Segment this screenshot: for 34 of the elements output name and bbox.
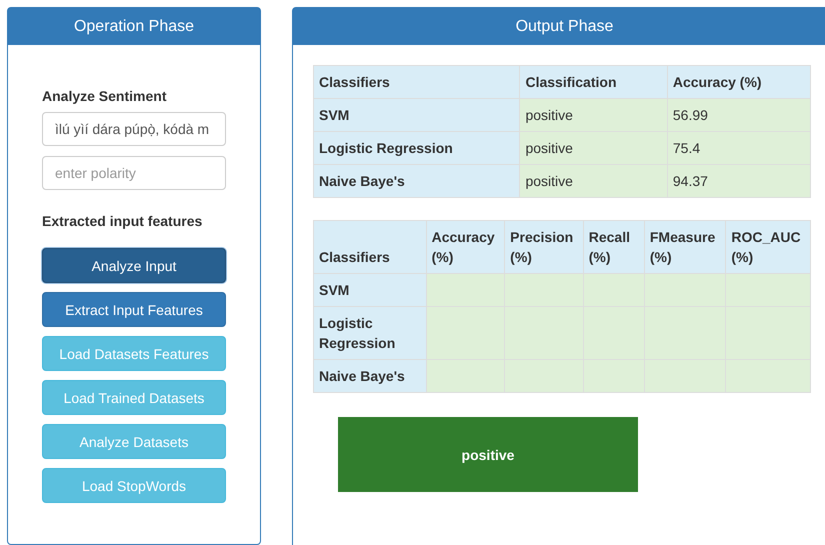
column-header: Accuracy (%) — [426, 220, 505, 274]
table-cell: 56.99 — [667, 98, 810, 132]
polarity-input-field[interactable]: enter polarity — [42, 156, 226, 190]
panel-header: Output Phase — [293, 8, 825, 45]
row-header: SVM — [314, 98, 520, 132]
table-cell: positive — [520, 164, 668, 198]
table-cell: 94.37 — [667, 164, 810, 198]
text-input-field[interactable]: ìlú yìí dára púpọ̀, kódà m — [42, 112, 226, 146]
row-header: Logistic Regression — [314, 132, 520, 164]
row-header: SVM — [314, 274, 426, 306]
action-button[interactable]: Extract Input Features — [42, 292, 226, 327]
action-button[interactable]: Load StopWords — [42, 468, 226, 503]
table-cell: positive — [520, 98, 668, 132]
table-cell: 75.4 — [667, 132, 810, 164]
row-header: Logistic Regression — [314, 306, 426, 360]
row-header: Naive Baye's — [314, 164, 520, 198]
field-label: Analyze Sentiment — [42, 87, 168, 105]
column-header: Classifiers — [314, 220, 426, 274]
table-cell: positive — [520, 132, 668, 164]
column-header: Recall (%) — [583, 220, 644, 274]
column-header: Classification — [520, 66, 668, 98]
section-label: Extracted input features — [42, 212, 204, 230]
action-button[interactable]: Load Trained Datasets — [42, 380, 226, 415]
action-button[interactable]: Analyze Input — [42, 248, 226, 283]
result-banner: positive — [338, 417, 638, 492]
column-header: Precision (%) — [504, 220, 584, 274]
row-header: Naive Baye's — [314, 360, 426, 392]
panel-header: Operation Phase — [8, 8, 260, 45]
column-header: Accuracy (%) — [667, 66, 810, 98]
action-button[interactable]: Analyze Datasets — [42, 424, 226, 459]
column-header: Classifiers — [314, 66, 520, 98]
action-button[interactable]: Load Datasets Features — [42, 336, 226, 371]
column-header: FMeasure (%) — [644, 220, 726, 274]
column-header: ROC_AUC (%) — [726, 220, 810, 274]
